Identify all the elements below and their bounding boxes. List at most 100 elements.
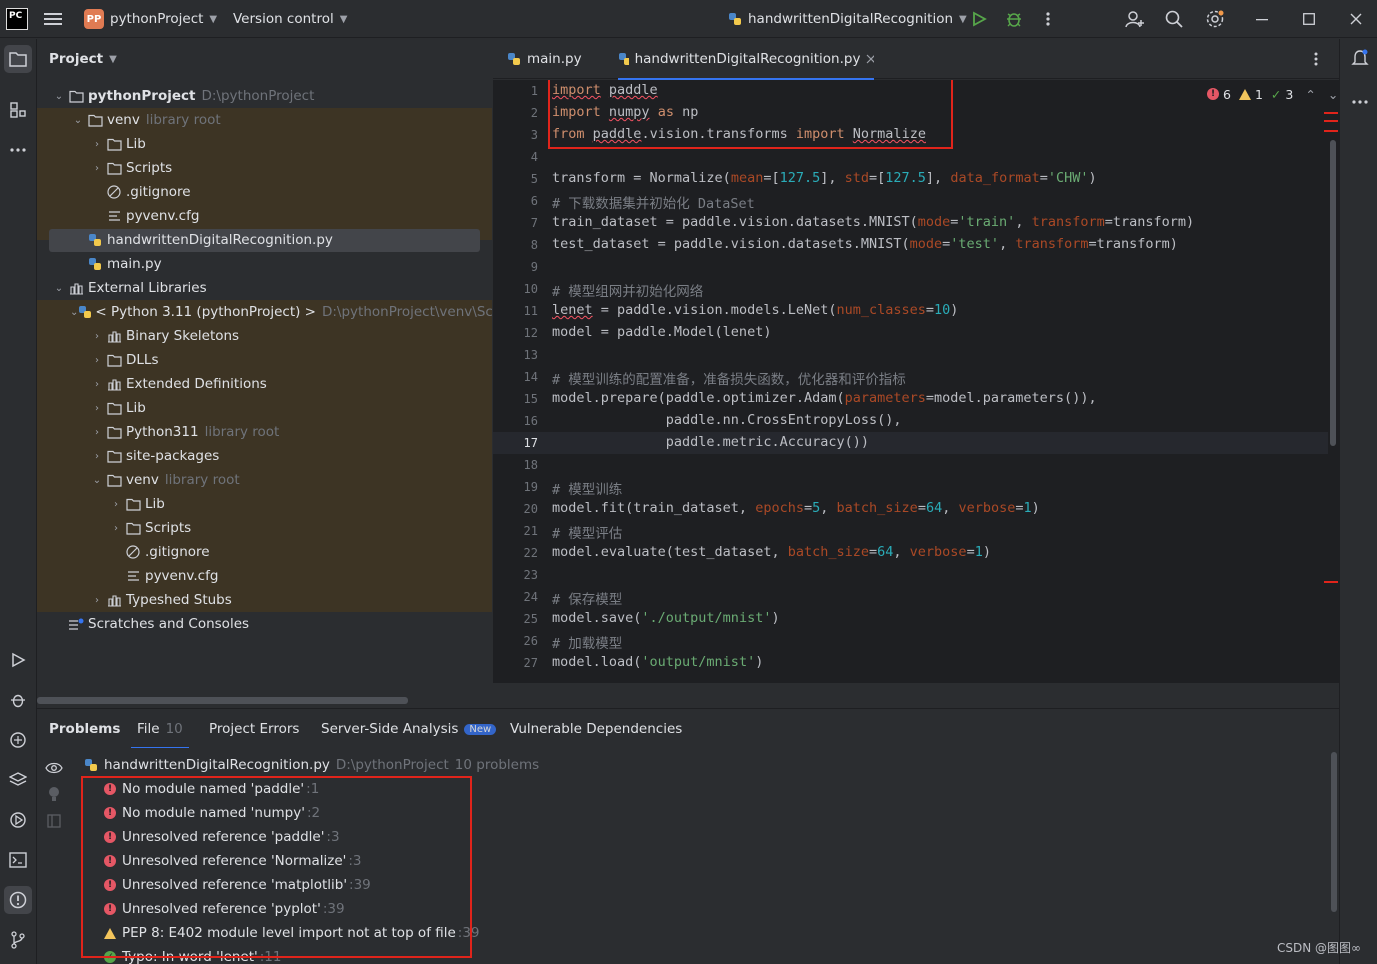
tree-item[interactable]: ⌄ External Libraries — [37, 276, 492, 300]
preview-source-button[interactable] — [47, 814, 61, 832]
folder-icon — [124, 520, 142, 536]
tab-vulnerable-dependencies[interactable]: Vulnerable Dependencies — [510, 709, 682, 749]
more-actions-button[interactable] — [1042, 0, 1054, 38]
debug-tool-button[interactable] — [4, 686, 32, 714]
problems-vertical-scrollbar[interactable] — [1331, 752, 1337, 912]
tree-item[interactable]: ⌄ venv library root — [37, 468, 492, 492]
tree-item[interactable]: main.py — [37, 252, 492, 276]
chevron-right-icon[interactable]: › — [89, 331, 105, 342]
chevron-down-icon[interactable]: ⌄ — [70, 115, 86, 126]
run-tool-button[interactable] — [4, 646, 32, 674]
more-tool-windows-button[interactable] — [1352, 94, 1368, 109]
inspection-widget[interactable]: ! 6 1 ✓ 3 ⌃ ⌄ — [1207, 85, 1338, 103]
code-with-me-button[interactable] — [1125, 0, 1145, 38]
run-config-selector[interactable]: handwrittenDigitalRecognition ▼ — [728, 0, 967, 38]
tab-file[interactable]: File 10 — [131, 709, 189, 749]
tree-item[interactable]: › Binary Skeletons — [37, 324, 492, 348]
tree-item[interactable]: ⌄ < Python 3.11 (pythonProject) > D:\pytho… — [37, 300, 492, 324]
chevron-right-icon[interactable]: › — [89, 163, 105, 174]
minimize-button[interactable] — [1256, 0, 1268, 38]
tree-item-label: handwrittenDigitalRecognition.py — [107, 232, 333, 248]
chevron-right-icon[interactable]: › — [89, 139, 105, 150]
notifications-button[interactable] — [1351, 49, 1369, 71]
tree-item-label: Lib — [126, 136, 146, 152]
run-button[interactable] — [971, 0, 987, 38]
chevron-down-icon[interactable]: ⌄ — [70, 307, 78, 318]
chevron-right-icon[interactable]: › — [108, 499, 124, 510]
tree-item[interactable]: › Extended Definitions — [37, 372, 492, 396]
tab-handwritten-digital-recognition[interactable]: handwrittenDigitalRecognition.py — [618, 39, 874, 80]
main-menu-button[interactable] — [44, 0, 62, 38]
tree-item[interactable]: › Typeshed Stubs — [37, 588, 492, 612]
tree-item[interactable]: › Python311 library root — [37, 420, 492, 444]
project-horizontal-scrollbar[interactable] — [37, 697, 408, 704]
project-switcher[interactable]: PP pythonProject ▼ — [84, 0, 217, 38]
python-packages-button[interactable] — [4, 726, 32, 754]
settings-button[interactable] — [1205, 0, 1225, 38]
project-tool-button[interactable] — [4, 45, 32, 73]
chevron-right-icon[interactable]: › — [108, 523, 124, 534]
code-line-15: model.prepare(paddle.optimizer.Adam(para… — [552, 390, 1097, 406]
tab-server-side-analysis[interactable]: Server-Side Analysis New — [321, 709, 497, 749]
chevron-right-icon[interactable]: › — [89, 355, 105, 366]
tree-item[interactable]: pyvenv.cfg — [37, 564, 492, 588]
tree-item[interactable]: handwrittenDigitalRecognition.py — [37, 228, 492, 252]
tree-item[interactable]: › Lib — [37, 492, 492, 516]
tree-item[interactable]: ⌄ venv library root — [37, 108, 492, 132]
tree-item[interactable]: › Scripts — [37, 516, 492, 540]
error-stripe-mark[interactable] — [1324, 130, 1338, 132]
chevron-down-icon[interactable]: ⌄ — [51, 91, 67, 102]
tab-options-button[interactable] — [1313, 39, 1319, 79]
problems-file-node[interactable]: handwrittenDigitalRecognition.py D:\pyth… — [84, 753, 539, 777]
services-tool-button[interactable] — [4, 806, 32, 834]
problems-file-name: handwrittenDigitalRecognition.py — [104, 757, 330, 773]
quick-fix-button[interactable] — [48, 786, 60, 806]
chevron-down-icon[interactable]: ⌄ — [51, 283, 67, 294]
structure-tool-button[interactable] — [4, 96, 32, 124]
tree-item[interactable]: ⌄ pythonProject D:\pythonProject — [37, 84, 492, 108]
terminal-tool-button[interactable] — [4, 846, 32, 874]
tree-item[interactable]: › Lib — [37, 132, 492, 156]
more-tools-button[interactable] — [4, 136, 32, 164]
chevron-right-icon[interactable]: › — [89, 451, 105, 462]
problems-file-count: 10 problems — [454, 757, 540, 773]
chevron-right-icon[interactable]: › — [89, 595, 105, 606]
tree-item[interactable]: .gitignore — [37, 180, 492, 204]
vcs-menu[interactable]: Version control ▼ — [233, 0, 347, 38]
tree-item[interactable]: Scratches and Consoles — [37, 612, 492, 636]
tree-item[interactable]: › site-packages — [37, 444, 492, 468]
close-window-button[interactable] — [1350, 0, 1362, 38]
tree-item[interactable]: › Lib — [37, 396, 492, 420]
tab-project-errors[interactable]: Project Errors — [209, 709, 299, 749]
error-stripe-mark[interactable] — [1324, 581, 1338, 583]
problems-tab-bar: Problems File 10 Project Errors Server-S… — [37, 708, 1339, 749]
toggle-preview-button[interactable] — [45, 761, 63, 779]
previous-highlight-icon[interactable]: ⌃ — [1305, 87, 1315, 102]
chevron-right-icon[interactable]: › — [89, 427, 105, 438]
editor-vertical-scrollbar[interactable] — [1330, 140, 1336, 446]
tree-item[interactable]: › Scripts — [37, 156, 492, 180]
code-editor[interactable]: 1 2 3 4 5 6 7 8 9 10 11 12 13 14 15 16 17 18 19 20 21 22 23 24 2… — [493, 80, 1339, 683]
close-tab-icon[interactable] — [866, 54, 874, 64]
line-number: 2 — [530, 106, 538, 120]
tree-item[interactable]: .gitignore — [37, 540, 492, 564]
git-tool-button[interactable] — [4, 926, 32, 954]
project-view-selector[interactable]: Project ▼ — [49, 48, 117, 70]
more-horizontal-icon — [1352, 100, 1368, 104]
next-highlight-icon[interactable]: ⌄ — [1328, 87, 1338, 102]
layers-tool-button[interactable] — [4, 766, 32, 794]
debug-button[interactable] — [1005, 0, 1023, 38]
maximize-button[interactable] — [1303, 0, 1315, 38]
tab-main-py[interactable]: main.py — [507, 39, 582, 79]
debug-bug-icon — [1007, 13, 1021, 27]
chevron-right-icon[interactable]: › — [89, 379, 105, 390]
chevron-right-icon[interactable]: › — [89, 403, 105, 414]
search-everywhere-button[interactable] — [1165, 0, 1183, 38]
error-stripe-mark[interactable] — [1324, 120, 1338, 122]
error-stripe-mark[interactable] — [1324, 112, 1338, 114]
tree-item[interactable]: › DLLs — [37, 348, 492, 372]
code-line-17: paddle.metric.Accuracy()) — [552, 434, 869, 450]
tree-item[interactable]: pyvenv.cfg — [37, 204, 492, 228]
problems-tool-button[interactable] — [4, 886, 32, 914]
chevron-down-icon[interactable]: ⌄ — [89, 475, 105, 486]
